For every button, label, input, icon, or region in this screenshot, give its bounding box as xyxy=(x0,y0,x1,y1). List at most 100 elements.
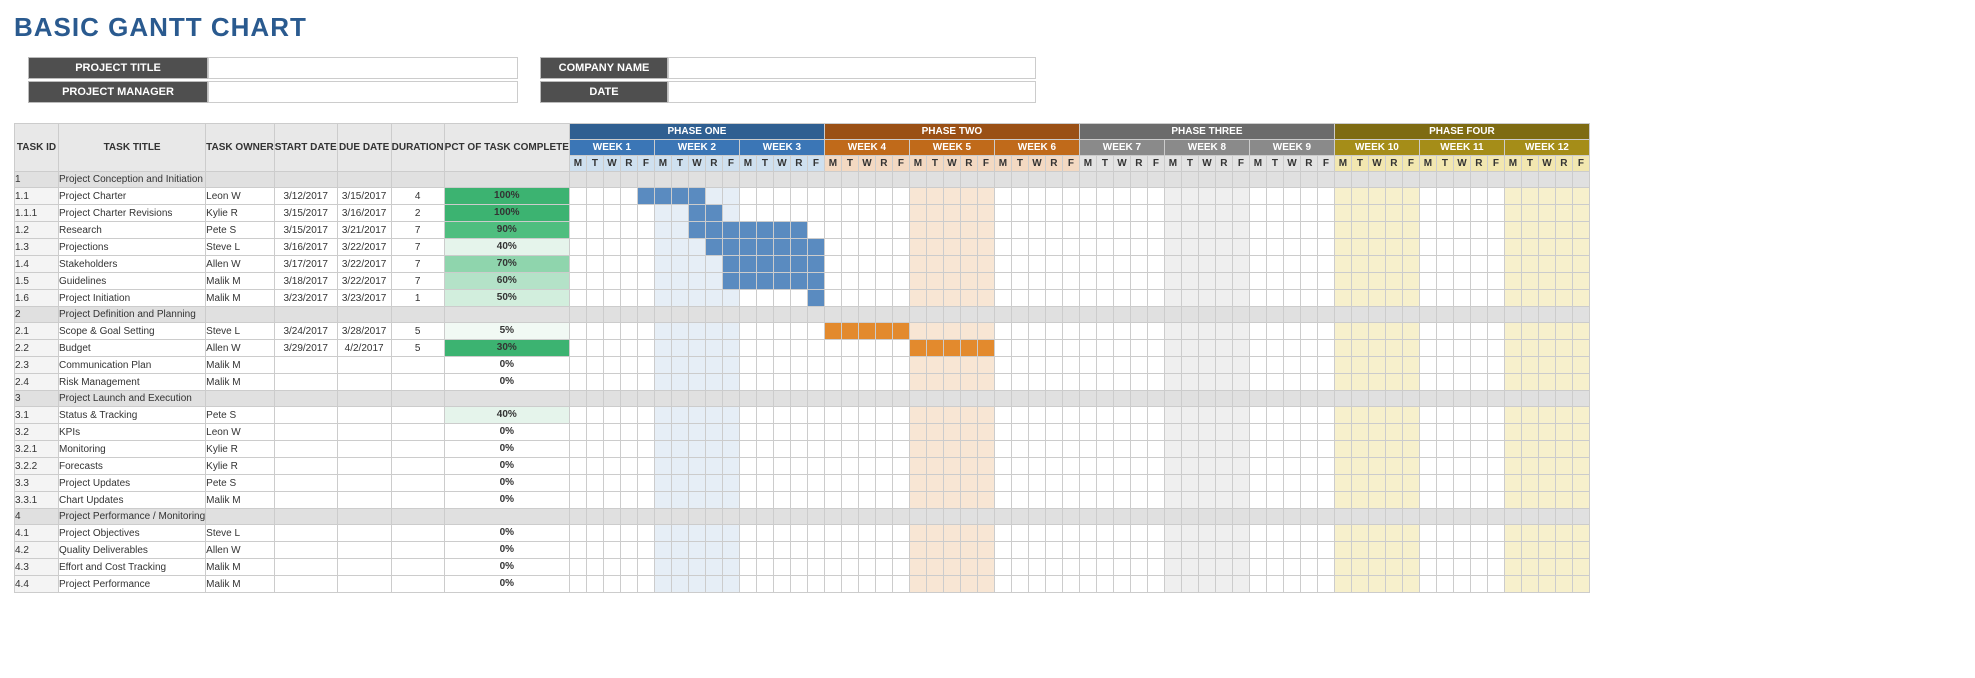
cell-duration[interactable]: 7 xyxy=(391,239,444,256)
cell-start-date[interactable] xyxy=(274,391,337,407)
cell-start-date[interactable] xyxy=(274,357,337,374)
cell-pct-complete[interactable]: 0% xyxy=(444,576,569,593)
table-row[interactable]: 4.3Effort and Cost TrackingMalik M0% xyxy=(15,559,1590,576)
section-row[interactable]: 2Project Definition and Planning xyxy=(15,307,1590,323)
cell-task-owner[interactable]: Malik M xyxy=(206,492,275,509)
cell-due-date[interactable] xyxy=(337,475,391,492)
cell-task-id[interactable]: 4 xyxy=(15,509,59,525)
cell-duration[interactable] xyxy=(391,407,444,424)
cell-task-owner[interactable] xyxy=(206,509,275,525)
table-row[interactable]: 4.4Project PerformanceMalik M 0% xyxy=(15,576,1590,593)
cell-task-owner[interactable]: Pete S xyxy=(206,222,275,239)
cell-task-id[interactable]: 1.6 xyxy=(15,290,59,307)
cell-task-owner[interactable]: Pete S xyxy=(206,407,275,424)
cell-duration[interactable] xyxy=(391,391,444,407)
cell-task-owner[interactable]: Allen W xyxy=(206,340,275,357)
cell-task-owner[interactable]: Malik M xyxy=(206,576,275,593)
cell-task-title[interactable]: Project Performance / Monitoring xyxy=(59,509,206,525)
cell-task-id[interactable]: 3.1 xyxy=(15,407,59,424)
cell-task-title[interactable]: Quality Deliverables xyxy=(59,542,206,559)
cell-task-owner[interactable]: Leon W xyxy=(206,424,275,441)
cell-task-id[interactable]: 3.2.1 xyxy=(15,441,59,458)
cell-due-date[interactable]: 3/16/2017 xyxy=(337,205,391,222)
cell-task-title[interactable]: Project Initiation xyxy=(59,290,206,307)
cell-duration[interactable] xyxy=(391,307,444,323)
cell-duration[interactable] xyxy=(391,172,444,188)
input-date[interactable] xyxy=(668,81,1036,103)
cell-start-date[interactable] xyxy=(274,458,337,475)
cell-start-date[interactable] xyxy=(274,559,337,576)
cell-task-title[interactable]: Project Performance xyxy=(59,576,206,593)
cell-pct-complete[interactable]: 0% xyxy=(444,525,569,542)
cell-task-title[interactable]: KPIs xyxy=(59,424,206,441)
cell-duration[interactable] xyxy=(391,576,444,593)
cell-task-id[interactable]: 1.5 xyxy=(15,273,59,290)
cell-pct-complete[interactable]: 0% xyxy=(444,559,569,576)
cell-duration[interactable] xyxy=(391,559,444,576)
cell-due-date[interactable]: 3/22/2017 xyxy=(337,256,391,273)
cell-start-date[interactable]: 3/24/2017 xyxy=(274,323,337,340)
table-row[interactable]: 3.2.2ForecastsKylie R0% xyxy=(15,458,1590,475)
cell-start-date[interactable] xyxy=(274,424,337,441)
cell-due-date[interactable]: 4/2/2017 xyxy=(337,340,391,357)
cell-pct-complete[interactable] xyxy=(444,172,569,188)
cell-task-title[interactable]: Projections xyxy=(59,239,206,256)
cell-task-id[interactable]: 4.4 xyxy=(15,576,59,593)
cell-duration[interactable] xyxy=(391,357,444,374)
cell-task-id[interactable]: 1.1 xyxy=(15,188,59,205)
cell-task-id[interactable]: 4.2 xyxy=(15,542,59,559)
cell-start-date[interactable]: 3/29/2017 xyxy=(274,340,337,357)
cell-pct-complete[interactable] xyxy=(444,391,569,407)
table-row[interactable]: 3.3.1Chart UpdatesMalik M0% xyxy=(15,492,1590,509)
cell-due-date[interactable] xyxy=(337,374,391,391)
cell-task-title[interactable]: Research xyxy=(59,222,206,239)
table-row[interactable]: 3.3Project UpdatesPete S0% xyxy=(15,475,1590,492)
cell-task-id[interactable]: 4.3 xyxy=(15,559,59,576)
cell-pct-complete[interactable]: 0% xyxy=(444,441,569,458)
cell-due-date[interactable] xyxy=(337,391,391,407)
cell-start-date[interactable] xyxy=(274,374,337,391)
cell-task-id[interactable]: 4.1 xyxy=(15,525,59,542)
cell-due-date[interactable] xyxy=(337,424,391,441)
table-row[interactable]: 1.5GuidelinesMalik M3/18/20173/22/201776… xyxy=(15,273,1590,290)
input-project-title[interactable] xyxy=(208,57,518,79)
cell-task-owner[interactable] xyxy=(206,307,275,323)
cell-task-id[interactable]: 3.3.1 xyxy=(15,492,59,509)
table-row[interactable]: 2.3Communication PlanMalik M0% xyxy=(15,357,1590,374)
cell-pct-complete[interactable]: 90% xyxy=(444,222,569,239)
cell-due-date[interactable]: 3/21/2017 xyxy=(337,222,391,239)
cell-task-owner[interactable] xyxy=(206,391,275,407)
cell-start-date[interactable]: 3/15/2017 xyxy=(274,205,337,222)
cell-due-date[interactable] xyxy=(337,509,391,525)
cell-task-id[interactable]: 1.1.1 xyxy=(15,205,59,222)
cell-task-title[interactable]: Risk Management xyxy=(59,374,206,391)
cell-due-date[interactable]: 3/28/2017 xyxy=(337,323,391,340)
cell-task-title[interactable]: Budget xyxy=(59,340,206,357)
cell-due-date[interactable] xyxy=(337,525,391,542)
cell-task-owner[interactable] xyxy=(206,172,275,188)
cell-start-date[interactable] xyxy=(274,475,337,492)
cell-start-date[interactable] xyxy=(274,307,337,323)
cell-task-title[interactable]: Project Conception and Initiation xyxy=(59,172,206,188)
section-row[interactable]: 3Project Launch and Execution xyxy=(15,391,1590,407)
cell-pct-complete[interactable]: 0% xyxy=(444,475,569,492)
cell-task-id[interactable]: 2 xyxy=(15,307,59,323)
cell-task-title[interactable]: Project Definition and Planning xyxy=(59,307,206,323)
cell-task-owner[interactable]: Malik M xyxy=(206,357,275,374)
cell-due-date[interactable]: 3/23/2017 xyxy=(337,290,391,307)
cell-task-owner[interactable]: Allen W xyxy=(206,542,275,559)
cell-task-owner[interactable]: Allen W xyxy=(206,256,275,273)
cell-duration[interactable] xyxy=(391,441,444,458)
cell-task-title[interactable]: Forecasts xyxy=(59,458,206,475)
cell-start-date[interactable] xyxy=(274,525,337,542)
cell-duration[interactable] xyxy=(391,374,444,391)
cell-duration[interactable]: 7 xyxy=(391,273,444,290)
cell-task-owner[interactable]: Steve L xyxy=(206,525,275,542)
cell-pct-complete[interactable]: 100% xyxy=(444,205,569,222)
cell-task-id[interactable]: 3.3 xyxy=(15,475,59,492)
cell-task-id[interactable]: 3.2.2 xyxy=(15,458,59,475)
cell-pct-complete[interactable]: 40% xyxy=(444,407,569,424)
table-row[interactable]: 1.2ResearchPete S3/15/20173/21/2017790% xyxy=(15,222,1590,239)
cell-task-owner[interactable]: Kylie R xyxy=(206,441,275,458)
table-row[interactable]: 3.2KPIsLeon W0% xyxy=(15,424,1590,441)
